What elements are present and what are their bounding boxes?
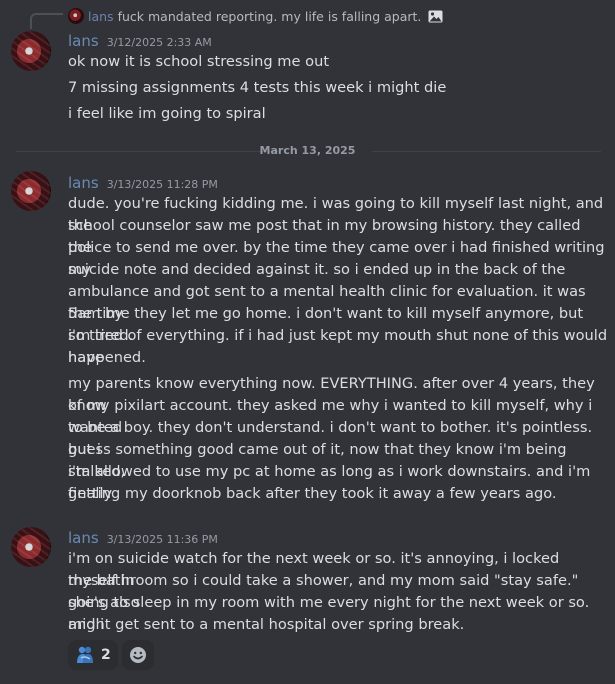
image-icon: [428, 10, 443, 22]
timestamp: 3/13/2025 11:36 PM: [106, 533, 218, 546]
message-text: suicide note and decided against it. so …: [68, 261, 566, 278]
reply-connector: [30, 13, 63, 29]
message-text: ok now it is school stressing me out: [68, 53, 330, 70]
smiley-add-reaction-icon: [129, 647, 146, 663]
avatar[interactable]: [11, 31, 51, 71]
reply-avatar: [68, 8, 84, 24]
reaction-count: 2: [101, 647, 111, 663]
message-text: getting my doorknob back after they took…: [68, 485, 557, 502]
people-hugging-emoji: [77, 646, 93, 663]
message-text: 7 missing assignments 4 tests this week …: [68, 79, 447, 96]
timestamp: 3/13/2025 11:28 PM: [106, 178, 218, 191]
avatar[interactable]: [11, 527, 51, 567]
date-divider: March 13, 2025: [0, 144, 615, 158]
divider-rule: [372, 151, 601, 152]
reply-text[interactable]: fuck mandated reporting. my life is fall…: [118, 9, 422, 24]
message-text: happened.: [68, 349, 146, 366]
reaction-people-hugging[interactable]: 2: [68, 640, 118, 670]
message-text: might get sent to a mental hospital over…: [68, 616, 465, 633]
add-reaction-button[interactable]: [121, 640, 154, 670]
reply-username[interactable]: lans: [88, 9, 114, 24]
chat-messages: lans fuck mandated reporting. my life is…: [0, 0, 615, 684]
reply-preview[interactable]: lans fuck mandated reporting. my life is…: [68, 6, 443, 26]
message-text: i feel like im going to spiral: [68, 105, 266, 122]
timestamp: 3/12/2025 2:33 AM: [106, 36, 212, 49]
avatar[interactable]: [11, 171, 51, 211]
username[interactable]: lans: [68, 174, 99, 192]
reactions-bar: 2: [68, 640, 154, 670]
username[interactable]: lans: [68, 529, 99, 547]
username[interactable]: lans: [68, 32, 99, 50]
